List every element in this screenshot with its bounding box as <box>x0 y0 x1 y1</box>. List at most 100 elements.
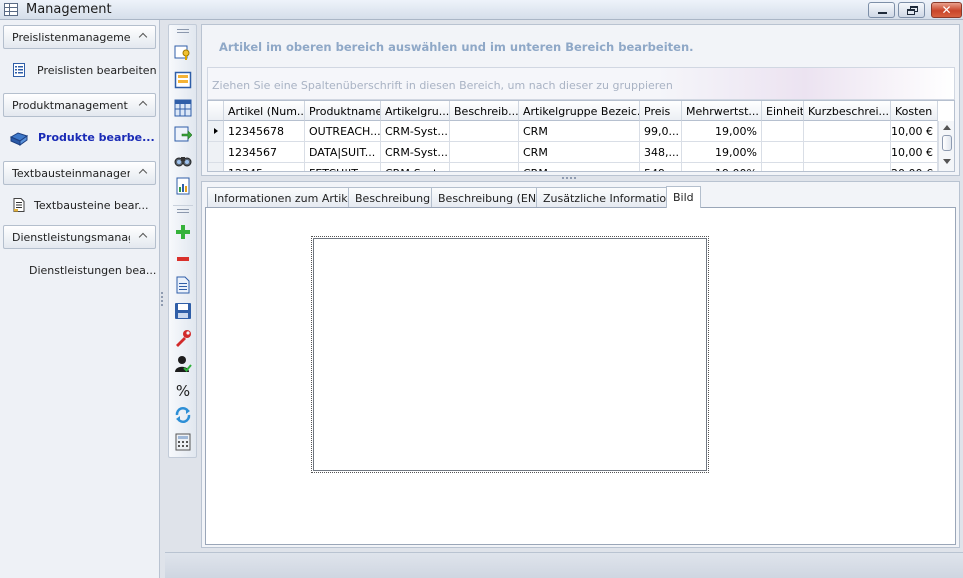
tab-informationen[interactable]: Informationen zum Artikel <box>207 187 365 208</box>
column-header[interactable]: Kosten <box>891 101 938 121</box>
copy-icon[interactable] <box>174 276 192 294</box>
table-icon[interactable] <box>174 99 192 117</box>
group-by-area[interactable]: Ziehen Sie eine Spaltenüberschrift in di… <box>207 67 955 100</box>
grid-cell[interactable] <box>450 163 519 171</box>
grid-cell[interactable] <box>762 163 804 171</box>
grid-vertical-scrollbar[interactable] <box>938 121 954 171</box>
grid-cell[interactable]: 12345678 <box>224 121 305 142</box>
grid-cell[interactable]: CRM <box>519 142 640 163</box>
nav-group-label: Textbausteinmanagemen <box>12 167 130 180</box>
restore-button[interactable] <box>898 2 925 18</box>
grid-cell[interactable] <box>762 121 804 142</box>
report-icon[interactable] <box>174 177 192 195</box>
close-button[interactable]: ✕ <box>931 2 962 18</box>
panel-splitter-grip[interactable] <box>562 176 576 180</box>
refresh-icon[interactable] <box>174 406 192 424</box>
nav-group-label: Produktmanagement <box>12 99 128 112</box>
grid-cell[interactable]: CRM-Syst... <box>381 121 450 142</box>
tools-icon[interactable] <box>174 329 192 347</box>
row-indicator[interactable] <box>208 142 224 163</box>
remove-icon[interactable] <box>174 250 192 268</box>
grid-cell[interactable]: 19,00% <box>682 142 762 163</box>
grid-cell[interactable]: 549,... <box>640 163 682 171</box>
grid-cell[interactable]: 99,0... <box>640 121 682 142</box>
tab-beschreibung[interactable]: Beschreibung <box>348 187 438 208</box>
splitter-grip[interactable] <box>160 292 164 308</box>
nav-group-label: Dienstleistungsmanagem <box>12 231 130 244</box>
chevron-up-icon[interactable] <box>138 166 148 176</box>
nav-item-label: Produkte bearbe... <box>38 131 155 144</box>
nav-group-preislisten[interactable]: Preislistenmanagement <box>3 25 156 49</box>
row-indicator[interactable] <box>208 121 224 142</box>
nav-item-dienstleistungen-bearbeiten[interactable]: Dienstleistungen bea... <box>8 260 156 282</box>
grid-cell[interactable] <box>804 163 891 171</box>
key-folder-icon[interactable] <box>174 43 192 61</box>
grid-cell[interactable]: 20,00 € <box>891 163 938 171</box>
grid-cell[interactable] <box>762 142 804 163</box>
grid-cell[interactable]: DATA|SUIT... <box>305 142 381 163</box>
add-icon[interactable] <box>174 223 192 241</box>
nav-group-dienstleistung[interactable]: Dienstleistungsmanagem <box>3 225 156 249</box>
grid-cell[interactable]: 19,00% <box>682 121 762 142</box>
save-icon[interactable] <box>174 302 192 320</box>
grid-cell[interactable]: 19,00% <box>682 163 762 171</box>
export-icon[interactable] <box>174 125 192 143</box>
user-check-icon[interactable] <box>174 355 192 373</box>
chevron-up-icon[interactable] <box>138 98 148 108</box>
column-header[interactable]: Produktname <box>305 101 381 121</box>
grid-cell[interactable]: OUTREACH... <box>305 121 381 142</box>
column-header[interactable]: Artikelgru... <box>381 101 450 121</box>
grid-cell[interactable]: CRM-Syst... <box>381 163 450 171</box>
grid-cell[interactable] <box>450 142 519 163</box>
row-indicator[interactable] <box>208 163 224 171</box>
column-header[interactable]: Artikel (Num... <box>224 101 305 121</box>
nav-item-textbausteine-bearbeiten[interactable]: Textbausteine bear... <box>8 195 156 217</box>
nav-item-label: Preislisten bearbeiten <box>37 64 157 77</box>
column-header[interactable]: Beschreib... <box>450 101 519 121</box>
grid-cell[interactable]: 12345 <box>224 163 305 171</box>
grid-cell[interactable]: 10,00 € <box>891 142 938 163</box>
selection-hint: Artikel im oberen bereich auswählen und … <box>219 40 694 54</box>
minimize-button[interactable] <box>868 2 895 18</box>
calculator-icon[interactable] <box>174 433 192 451</box>
nav-group-label: Preislistenmanagement <box>12 31 130 44</box>
article-grid: Artikel (Num... Produktname Artikelgru..… <box>207 100 955 172</box>
grid-cell[interactable]: CRM-Syst... <box>381 142 450 163</box>
column-header[interactable]: Einheit <box>762 101 804 121</box>
column-header[interactable]: Artikelgruppe Bezeic... <box>519 101 640 121</box>
form-icon[interactable] <box>174 71 192 89</box>
chevron-up-icon[interactable] <box>138 30 148 40</box>
grid-corner <box>208 101 224 121</box>
column-header[interactable]: Preis <box>640 101 682 121</box>
nav-group-produkt[interactable]: Produktmanagement <box>3 93 156 117</box>
vertical-toolbar: % <box>168 24 197 458</box>
tab-zusaetzliche-information[interactable]: Zusätzliche Information <box>536 187 681 208</box>
chevron-up-icon[interactable] <box>138 230 148 240</box>
binoculars-icon[interactable] <box>174 151 192 169</box>
document-icon <box>13 198 25 212</box>
tab-bild[interactable]: Bild <box>666 186 701 208</box>
grid-cell[interactable] <box>804 142 891 163</box>
grid-cell[interactable]: 1234567 <box>224 142 305 163</box>
grid-cell[interactable]: CRM <box>519 163 640 171</box>
grid-cell[interactable] <box>450 121 519 142</box>
grid-window-icon <box>4 3 18 16</box>
tab-beschreibung-en[interactable]: Beschreibung (EN) <box>431 187 548 208</box>
percent-icon[interactable]: % <box>174 382 192 400</box>
image-picture-box[interactable] <box>311 236 709 473</box>
scroll-thumb[interactable] <box>942 135 952 151</box>
grid-cell[interactable]: 10,00 € <box>891 121 938 142</box>
grid-cell[interactable] <box>804 121 891 142</box>
article-selection-panel: Artikel im oberen bereich auswählen und … <box>201 24 960 176</box>
column-header[interactable]: Mehrwertst... <box>682 101 762 121</box>
grid-cell[interactable]: FETCH|IT <box>305 163 381 171</box>
nav-item-preislisten-bearbeiten[interactable]: Preislisten bearbeiten <box>8 60 157 82</box>
nav-item-produkte-bearbeiten[interactable]: Produkte bearbe... <box>8 127 156 149</box>
scroll-down-icon[interactable] <box>943 159 951 164</box>
column-header[interactable]: Kurzbeschrei... <box>804 101 891 121</box>
status-strip <box>165 552 963 578</box>
scroll-up-icon[interactable] <box>943 125 951 130</box>
grid-cell[interactable]: CRM <box>519 121 640 142</box>
grid-cell[interactable]: 348,... <box>640 142 682 163</box>
nav-group-textbaustein[interactable]: Textbausteinmanagemen <box>3 161 156 185</box>
